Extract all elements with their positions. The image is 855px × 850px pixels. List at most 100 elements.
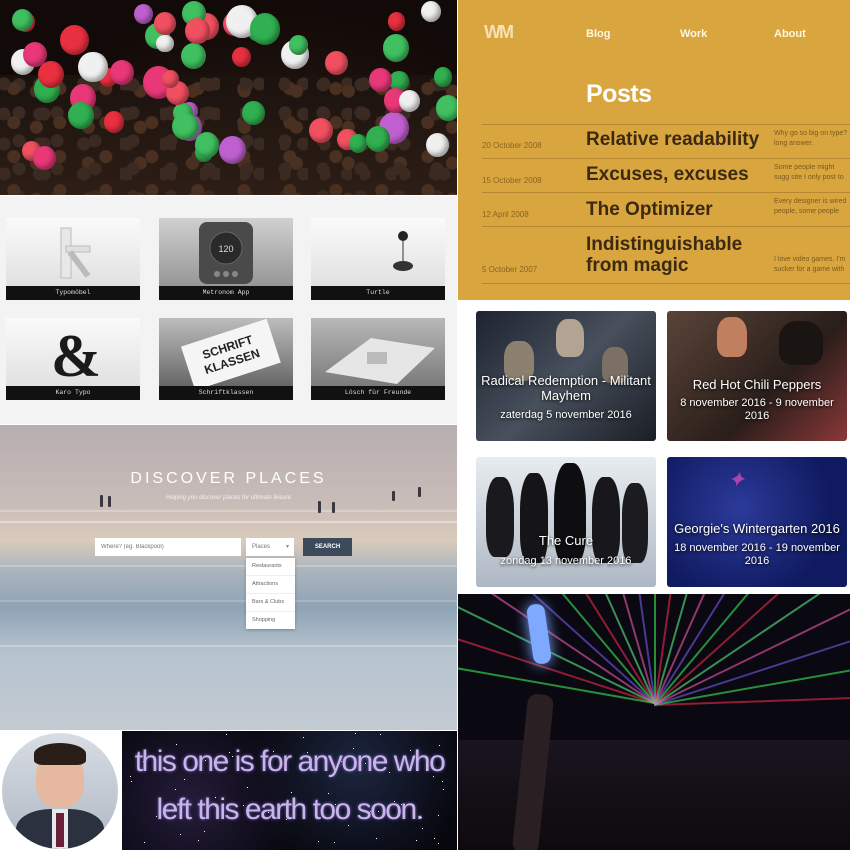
laser-beam [458, 656, 655, 704]
balloon [382, 34, 410, 63]
star [179, 834, 181, 836]
balloon [433, 66, 453, 87]
post-title[interactable]: Indistinguishable from magic [586, 234, 766, 276]
metronome-display: 120 [218, 244, 233, 254]
balloon [420, 1, 442, 23]
event-logo: ✦ [727, 467, 746, 492]
book-icon [325, 338, 435, 384]
star [422, 827, 424, 829]
portfolio-grid: Typomöbel 120 Metronom App Turtle & Karo… [0, 196, 457, 424]
turtle-balloon-icon [393, 231, 413, 271]
blog-screenshot: WM Blog Work About Posts 20 October 2008… [458, 0, 850, 300]
portfolio-caption: Turtle [311, 286, 445, 300]
post-date: 20 October 2008 [482, 141, 542, 150]
star [130, 781, 132, 783]
nav-work[interactable]: Work [680, 28, 707, 40]
page-subtitle: Helping you discover places for ultimate… [165, 495, 292, 501]
balloon [242, 100, 265, 125]
site-logo[interactable]: WM [484, 22, 514, 43]
event-card[interactable]: ✦ Georgie's Wintergarten 2016 18 novembe… [667, 457, 847, 587]
event-title: The Cure [538, 533, 594, 548]
post-excerpt: Some people might sugg site I only post … [774, 164, 844, 181]
event-card[interactable]: The Cure zondag 13 november 2016 [476, 457, 656, 587]
event-title: Radical Redemption - Militant Mayhem [481, 373, 651, 403]
post-row[interactable]: 12 April 2008 The Optimizer Every design… [482, 192, 850, 227]
portfolio-caption: Metronom App [159, 286, 293, 300]
balloon [399, 89, 421, 112]
event-date: 8 november 2016 - 9 november 2016 [680, 397, 834, 422]
star [144, 841, 146, 843]
walker [332, 502, 335, 513]
portfolio-item[interactable]: 120 Metronom App [159, 218, 293, 300]
balloon [325, 50, 349, 76]
post-title[interactable]: Excuses, excuses [586, 164, 749, 185]
event-date: zondag 13 november 2016 [500, 555, 632, 567]
walker [318, 501, 321, 513]
balloon [387, 12, 405, 31]
event-date: 18 november 2016 - 19 november 2016 [674, 542, 840, 567]
nav-about[interactable]: About [774, 28, 806, 40]
portfolio-caption: Typomöbel [6, 286, 140, 300]
balloon [195, 132, 220, 158]
post-excerpt: Why go so big on type? long answer. [774, 130, 848, 147]
post-row[interactable]: 5 October 2007 Indistinguishable from ma… [482, 226, 850, 284]
laser-beam [654, 594, 656, 704]
dropdown-option[interactable]: Restaurants [246, 558, 295, 576]
quote-line: this one is for anyone who [134, 745, 446, 778]
nav-blog[interactable]: Blog [586, 28, 610, 40]
star [175, 789, 177, 791]
profile-avatar [0, 731, 120, 850]
post-row[interactable]: 20 October 2008 Relative readability Why… [482, 124, 850, 159]
svg-text:&: & [51, 323, 101, 386]
event-card[interactable]: Radical Redemption - Militant Mayhem zat… [476, 311, 656, 441]
star [354, 732, 356, 734]
concert-balloons-photo [0, 0, 457, 195]
balloon [435, 95, 457, 122]
search-input[interactable] [95, 538, 241, 556]
post-date: 12 April 2008 [482, 210, 529, 219]
portfolio-item[interactable]: Turtle [311, 218, 445, 300]
star [334, 841, 336, 843]
star [437, 842, 439, 844]
balloon [154, 11, 176, 35]
portfolio-item[interactable]: & Karo Typo [6, 318, 140, 400]
balloon [185, 18, 210, 44]
star [197, 840, 199, 842]
dropdown-option[interactable]: Attractions [246, 576, 295, 594]
portfolio-item[interactable]: SCHRIFT KLASSEN Schriftklassen [159, 318, 293, 400]
furniture-icon [60, 227, 91, 279]
balloon [78, 51, 108, 83]
balloon [425, 132, 449, 158]
event-title: Georgie's Wintergarten 2016 [674, 521, 840, 536]
balloon [156, 34, 174, 53]
dropdown-option[interactable]: Shopping [246, 612, 295, 629]
post-title[interactable]: The Optimizer [586, 199, 713, 220]
places-select[interactable]: Places ▾ [246, 538, 294, 556]
star [303, 737, 305, 739]
balloon [250, 12, 281, 45]
event-date: zaterdag 5 november 2016 [500, 409, 632, 421]
star [379, 734, 381, 736]
portfolio-caption: Karo Typo [6, 386, 140, 400]
star [434, 837, 436, 839]
avatar[interactable] [2, 733, 118, 849]
event-card[interactable]: Red Hot Chili Peppers 8 november 2016 - … [667, 311, 847, 441]
balloon [172, 112, 199, 141]
glow-stick [525, 603, 553, 665]
portfolio-item[interactable]: Typomöbel [6, 218, 140, 300]
balloon [37, 60, 64, 88]
star [226, 733, 228, 735]
discover-places-screenshot: DISCOVER PLACES Helping you discover pla… [0, 425, 457, 730]
laser-festival-photo [458, 594, 850, 850]
star [442, 781, 444, 783]
balloon [60, 24, 89, 55]
quote-image: this one is for anyone who left this ear… [122, 731, 457, 850]
dropdown-option[interactable]: Bars & Clubs [246, 594, 295, 612]
post-title[interactable]: Relative readability [586, 129, 759, 150]
star [247, 787, 249, 789]
balloon [180, 42, 207, 70]
portfolio-item[interactable]: Lösch für Freunde [311, 318, 445, 400]
search-button[interactable]: SEARCH [303, 538, 352, 556]
post-row[interactable]: 15 October 2008 Excuses, excuses Some pe… [482, 158, 850, 193]
balloon [162, 70, 180, 88]
